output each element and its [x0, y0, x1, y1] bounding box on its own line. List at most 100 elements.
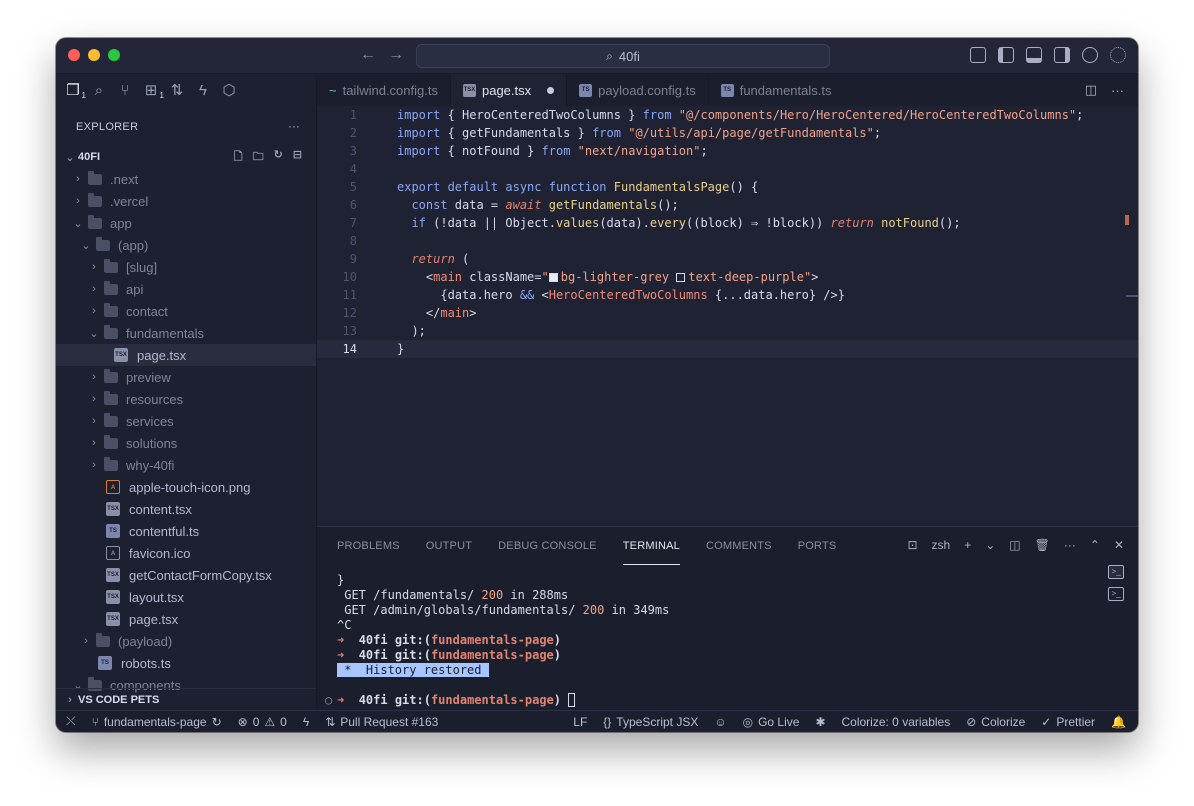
git-branch-item[interactable]: ⑂ fundamentals-page ↻	[84, 715, 230, 729]
tab-label: page.tsx	[481, 82, 532, 98]
tab-page-tsx[interactable]: TSX page.tsx	[450, 74, 568, 106]
gear-icon[interactable]: ✱	[807, 715, 833, 729]
close-window-button[interactable]	[68, 49, 80, 61]
cube-icon[interactable]: ⬡	[220, 82, 238, 100]
refresh-icon[interactable]: ↻	[274, 148, 283, 167]
tab-tailwind-config[interactable]: ~ tailwind.config.ts	[317, 74, 451, 106]
tree-file[interactable]: TS contentful.ts	[56, 520, 316, 542]
title-bar-actions	[970, 47, 1126, 63]
code-editor[interactable]: 1 import { HeroCenteredTwoColumns } from …	[317, 106, 1138, 526]
problems-item[interactable]: ⊗ 0 ⚠ 0	[230, 715, 295, 729]
tab-ports[interactable]: PORTS	[798, 527, 837, 565]
tree-folder[interactable]: › preview	[56, 366, 316, 388]
colorize-item[interactable]: ⊘ Colorize	[958, 715, 1033, 729]
pull-request-item[interactable]: ⇅ Pull Request #163	[317, 715, 446, 729]
tab-payload-config[interactable]: TS payload.config.ts	[567, 74, 709, 106]
tab-comments[interactable]: COMMENTS	[706, 527, 772, 565]
toggle-secondary-sidebar-icon[interactable]	[1054, 47, 1070, 63]
terminal-output[interactable]: } GET /fundamentals/ 200 in 288ms GET /a…	[325, 573, 1088, 708]
tree-file[interactable]: TS robots.ts	[56, 652, 316, 674]
terminal-instance-icon[interactable]: >_	[1108, 565, 1124, 579]
tree-file[interactable]: TSX page.tsx	[56, 608, 316, 630]
new-folder-icon[interactable]: 🗀	[253, 148, 264, 167]
tree-file[interactable]: TSX page.tsx	[56, 344, 316, 366]
unsaved-dot-icon[interactable]	[547, 86, 555, 94]
vscode-pets-section[interactable]: › VS CODE PETS	[56, 688, 316, 710]
forward-arrow-icon[interactable]: →	[388, 46, 404, 64]
settings-gear-icon[interactable]	[1110, 47, 1126, 63]
colorize-variables-item[interactable]: Colorize: 0 variables	[834, 715, 959, 729]
remote-icon[interactable]: ⤬	[56, 714, 84, 729]
tree-folder[interactable]: › why-40fi	[56, 454, 316, 476]
colorize-label: Colorize	[981, 714, 1026, 729]
back-arrow-icon[interactable]: ←	[360, 46, 376, 64]
new-file-icon[interactable]: 🗋	[234, 148, 243, 167]
chevron-right-icon: ›	[76, 195, 80, 207]
tree-file[interactable]: Afavicon.ico	[56, 542, 316, 564]
account-icon[interactable]	[1082, 47, 1098, 63]
command-center-search[interactable]: ⌕ 40fi	[416, 44, 830, 68]
explorer-more-icon[interactable]: ···	[288, 121, 300, 133]
tree-file[interactable]: TSX getContactFormCopy.tsx	[56, 564, 316, 586]
tree-folder[interactable]: ⌄ fundamentals	[56, 322, 316, 344]
toggle-panel-icon[interactable]	[1026, 47, 1042, 63]
more-actions-icon[interactable]: ···	[1111, 83, 1124, 98]
tab-fundamentals-ts[interactable]: TS fundamentals.ts	[709, 74, 844, 106]
workspace-root[interactable]: ⌄ 40FI 🗋 🗀 ↻ ⊟	[56, 146, 316, 168]
split-editor-icon[interactable]: ◫	[1085, 82, 1097, 98]
tree-item-label: why-40fi	[126, 457, 175, 473]
tree-folder[interactable]: › solutions	[56, 432, 316, 454]
language-mode-item[interactable]: {} TypeScript JSX	[595, 715, 706, 729]
close-panel-icon[interactable]: ✕	[1114, 538, 1124, 552]
toggle-primary-sidebar-icon[interactable]	[998, 47, 1014, 63]
tab-problems[interactable]: PROBLEMS	[337, 527, 400, 565]
source-control-icon[interactable]: ⑂	[116, 82, 134, 100]
terminal-shell-icon[interactable]: ⊡	[907, 538, 917, 552]
tab-terminal[interactable]: TERMINAL	[622, 527, 680, 565]
shell-name[interactable]: zsh	[932, 538, 951, 552]
tab-debug-console[interactable]: DEBUG CONSOLE	[498, 527, 597, 565]
lightning-icon[interactable]: ϟ	[295, 715, 317, 729]
more-actions-icon[interactable]: ···	[1064, 538, 1076, 552]
tab-output[interactable]: OUTPUT	[426, 527, 472, 565]
tree-folder[interactable]: › services	[56, 410, 316, 432]
split-terminal-icon[interactable]: ◫	[1009, 538, 1020, 552]
tree-folder[interactable]: › contact	[56, 300, 316, 322]
tree-folder[interactable]: ⌄ (app)	[56, 234, 316, 256]
extensions-icon[interactable]: ⊞ 1	[142, 82, 164, 105]
eol-item[interactable]: LF	[565, 715, 595, 729]
search-icon[interactable]: ⌕	[90, 82, 108, 100]
terminal-instance-icon[interactable]: >_	[1108, 587, 1124, 601]
tree-folder[interactable]: › .next	[56, 168, 316, 190]
thunder-client-icon[interactable]: ϟ	[194, 82, 212, 100]
tree-folder[interactable]: › (payload)	[56, 630, 316, 652]
minimize-window-button[interactable]	[88, 49, 100, 61]
maximize-panel-icon[interactable]: ⌃	[1090, 538, 1100, 552]
code-line: 8	[349, 234, 357, 248]
tree-folder[interactable]: › api	[56, 278, 316, 300]
new-terminal-icon[interactable]: +	[964, 538, 971, 552]
scrollbar-thumb[interactable]	[1126, 295, 1138, 297]
explorer-icon[interactable]: ❐ 1	[64, 82, 86, 105]
prettier-item[interactable]: ✓ Prettier	[1033, 715, 1103, 729]
chevron-right-icon: ›	[92, 415, 96, 427]
pull-requests-icon[interactable]: ⇅	[168, 82, 186, 100]
bell-icon[interactable]: 🔔	[1103, 715, 1138, 729]
tree-folder[interactable]: › .vercel	[56, 190, 316, 212]
customize-layout-icon[interactable]	[970, 47, 986, 63]
tree-folder[interactable]: › [slug]	[56, 256, 316, 278]
tree-folder[interactable]: › resources	[56, 388, 316, 410]
tree-folder[interactable]: ⌄ app	[56, 212, 316, 234]
tree-file[interactable]: TSX content.tsx	[56, 498, 316, 520]
trash-icon[interactable]: 🗑	[1035, 538, 1050, 552]
chevron-down-icon[interactable]: ⌄	[985, 538, 995, 552]
tree-file[interactable]: TSX layout.tsx	[56, 586, 316, 608]
tree-file[interactable]: Aapple-touch-icon.png	[56, 476, 316, 498]
folder-icon	[104, 302, 118, 317]
tailwind-icon: ~	[329, 82, 337, 98]
maximize-window-button[interactable]	[108, 49, 120, 61]
git-branch-icon: ⑂	[91, 714, 99, 729]
collapse-all-icon[interactable]: ⊟	[293, 148, 302, 167]
go-live-item[interactable]: ◎ Go Live	[735, 715, 808, 729]
copilot-icon[interactable]: ☺	[706, 715, 734, 729]
